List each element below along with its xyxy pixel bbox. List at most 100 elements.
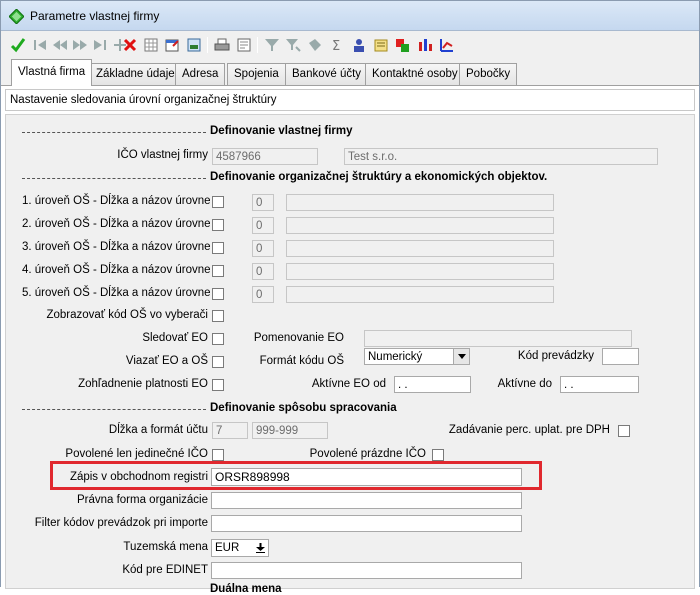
first-record-icon[interactable] bbox=[31, 36, 49, 54]
tab-spojenia[interactable]: Spojenia bbox=[227, 63, 286, 85]
section-divider bbox=[22, 132, 206, 133]
chevron-down-icon[interactable] bbox=[453, 349, 469, 364]
validity-eo-checkbox[interactable] bbox=[212, 379, 224, 391]
bind-eo-os-label: Viazať EO a OŠ bbox=[125, 355, 208, 367]
app-diamond-icon bbox=[9, 9, 24, 24]
level-3-name-input[interactable] bbox=[286, 240, 554, 257]
tab-kontaktne-osoby[interactable]: Kontaktné osoby bbox=[365, 63, 465, 85]
bind-eo-os-checkbox[interactable] bbox=[212, 356, 224, 368]
show-code-label: Zobrazovať kód OŠ vo vyberači bbox=[46, 309, 208, 321]
tab-zakladne-udaje[interactable]: Základne údaje bbox=[89, 63, 182, 85]
ico-input[interactable]: 4587966 bbox=[212, 148, 318, 165]
unique-ico-checkbox[interactable] bbox=[212, 449, 224, 461]
toolbar-separator bbox=[257, 37, 258, 53]
last-record-icon[interactable] bbox=[91, 36, 109, 54]
level-5-checkbox[interactable] bbox=[212, 288, 224, 300]
eo-name-input[interactable] bbox=[364, 330, 632, 347]
print-preview-icon[interactable] bbox=[235, 36, 253, 54]
currency-value: EUR bbox=[215, 542, 240, 554]
tab-adresa[interactable]: Adresa bbox=[175, 63, 226, 85]
active-to-label: Aktívne do bbox=[497, 378, 552, 390]
color-blocks-icon[interactable] bbox=[394, 36, 412, 54]
legal-form-label: Právna forma organizácie bbox=[76, 494, 208, 506]
section-org-structure-title: Definovanie organizačnej štruktúry a eko… bbox=[210, 171, 548, 183]
level-5-label: 5. úroveň OŠ - Dĺžka a názov úrovne bbox=[22, 287, 211, 299]
validity-eo-label: Zohľadnenie platnosti EO bbox=[78, 378, 208, 390]
chart-edit-icon[interactable] bbox=[438, 36, 456, 54]
active-from-label: Aktívne EO od bbox=[311, 378, 386, 390]
track-eo-checkbox[interactable] bbox=[212, 333, 224, 345]
filter-codes-input[interactable] bbox=[211, 515, 522, 532]
level-2-label: 2. úroveň OŠ - Dĺžka a názov úrovne bbox=[22, 218, 211, 230]
level-1-label: 1. úroveň OŠ - Dĺžka a názov úrovne bbox=[22, 195, 211, 207]
tab-pobocky[interactable]: Pobočky bbox=[459, 63, 518, 85]
tab-panel: Nastavenie sledovania úrovní organizačne… bbox=[1, 85, 699, 595]
print-icon[interactable] bbox=[213, 36, 231, 54]
section-processing-title: Definovanie spôsobu spracovania bbox=[210, 402, 397, 414]
tag-icon[interactable] bbox=[306, 36, 324, 54]
ico-label: IČO vlastnej firmy bbox=[117, 149, 208, 161]
level-4-name-input[interactable] bbox=[286, 263, 554, 280]
level-2-checkbox[interactable] bbox=[212, 219, 224, 231]
confirm-check-icon[interactable] bbox=[9, 36, 27, 54]
tab-bankove-ucty[interactable]: Bankové účty bbox=[285, 63, 369, 85]
show-code-checkbox[interactable] bbox=[212, 310, 224, 322]
toolbar: Σ bbox=[1, 32, 699, 58]
prev-page-icon[interactable] bbox=[51, 36, 69, 54]
branch-code-input[interactable] bbox=[602, 348, 639, 365]
level-1-checkbox[interactable] bbox=[212, 196, 224, 208]
empty-ico-checkbox[interactable] bbox=[432, 449, 444, 461]
eo-name-label: Pomenovanie EO bbox=[253, 332, 344, 344]
active-from-input[interactable]: . . bbox=[394, 376, 471, 393]
currency-label: Tuzemská mena bbox=[123, 541, 208, 553]
download-arrow-icon[interactable] bbox=[252, 540, 268, 555]
chart-columns-icon[interactable] bbox=[416, 36, 434, 54]
dual-currency-title: Duálna mena bbox=[210, 583, 282, 595]
currency-select[interactable]: EUR bbox=[211, 539, 269, 557]
filter-icon[interactable] bbox=[263, 36, 281, 54]
level-2-name-input[interactable] bbox=[286, 217, 554, 234]
account-length-label: Dĺžka a formát účtu bbox=[108, 424, 208, 436]
empty-ico-label: Povolené prázdne IČO bbox=[309, 448, 426, 460]
level-4-length-input[interactable]: 0 bbox=[252, 263, 274, 280]
section-divider bbox=[22, 409, 206, 410]
level-5-length-input[interactable]: 0 bbox=[252, 286, 274, 303]
filter-codes-label: Filter kódov prevádzok pri importe bbox=[34, 517, 208, 529]
level-2-length-input[interactable]: 0 bbox=[252, 217, 274, 234]
code-format-select[interactable]: Numerický bbox=[364, 348, 470, 365]
person-icon[interactable] bbox=[350, 36, 368, 54]
level-4-checkbox[interactable] bbox=[212, 265, 224, 277]
grid-icon[interactable] bbox=[142, 36, 160, 54]
account-length-input[interactable]: 7 bbox=[212, 422, 248, 439]
delete-x-icon[interactable] bbox=[121, 36, 139, 54]
level-3-length-input[interactable]: 0 bbox=[252, 240, 274, 257]
level-3-checkbox[interactable] bbox=[212, 242, 224, 254]
sum-icon[interactable]: Σ bbox=[328, 36, 346, 54]
dph-label: Zadávanie perc. uplat. pre DPH bbox=[448, 424, 610, 436]
notes-icon[interactable] bbox=[372, 36, 390, 54]
section-own-firm-title: Definovanie vlastnej firmy bbox=[210, 125, 353, 137]
legal-form-input[interactable] bbox=[211, 492, 522, 509]
level-1-length-input[interactable]: 0 bbox=[252, 194, 274, 211]
tab-vlastna-firma[interactable]: Vlastná firma bbox=[11, 59, 93, 86]
track-eo-label: Sledovať EO bbox=[142, 332, 208, 344]
level-1-name-input[interactable] bbox=[286, 194, 554, 211]
filter-clear-icon[interactable] bbox=[284, 36, 302, 54]
account-format-input[interactable]: 999-999 bbox=[252, 422, 328, 439]
tab-strip: Vlastná firma Základne údaje Adresa Spoj… bbox=[1, 59, 699, 86]
active-to-input[interactable]: . . bbox=[560, 376, 639, 393]
firm-name-input[interactable]: Test s.r.o. bbox=[344, 148, 658, 165]
settings-form: Definovanie vlastnej firmy IČO vlastnej … bbox=[5, 114, 695, 595]
dph-checkbox[interactable] bbox=[618, 425, 630, 437]
code-format-label: Formát kódu OŠ bbox=[259, 355, 344, 367]
unique-ico-label: Povolené len jedinečné IČO bbox=[65, 448, 208, 460]
image-icon[interactable] bbox=[185, 36, 203, 54]
level-5-name-input[interactable] bbox=[286, 286, 554, 303]
window-title: Parametre vlastnej firmy bbox=[30, 9, 160, 23]
level-4-label: 4. úroveň OŠ - Dĺžka a názov úrovne bbox=[22, 264, 211, 276]
next-page-icon[interactable] bbox=[71, 36, 89, 54]
subtitle-bar: Nastavenie sledovania úrovní organizačne… bbox=[5, 89, 695, 111]
table-edit-icon[interactable] bbox=[163, 36, 181, 54]
toolbar-separator bbox=[207, 37, 208, 53]
edinet-input[interactable] bbox=[211, 562, 522, 579]
